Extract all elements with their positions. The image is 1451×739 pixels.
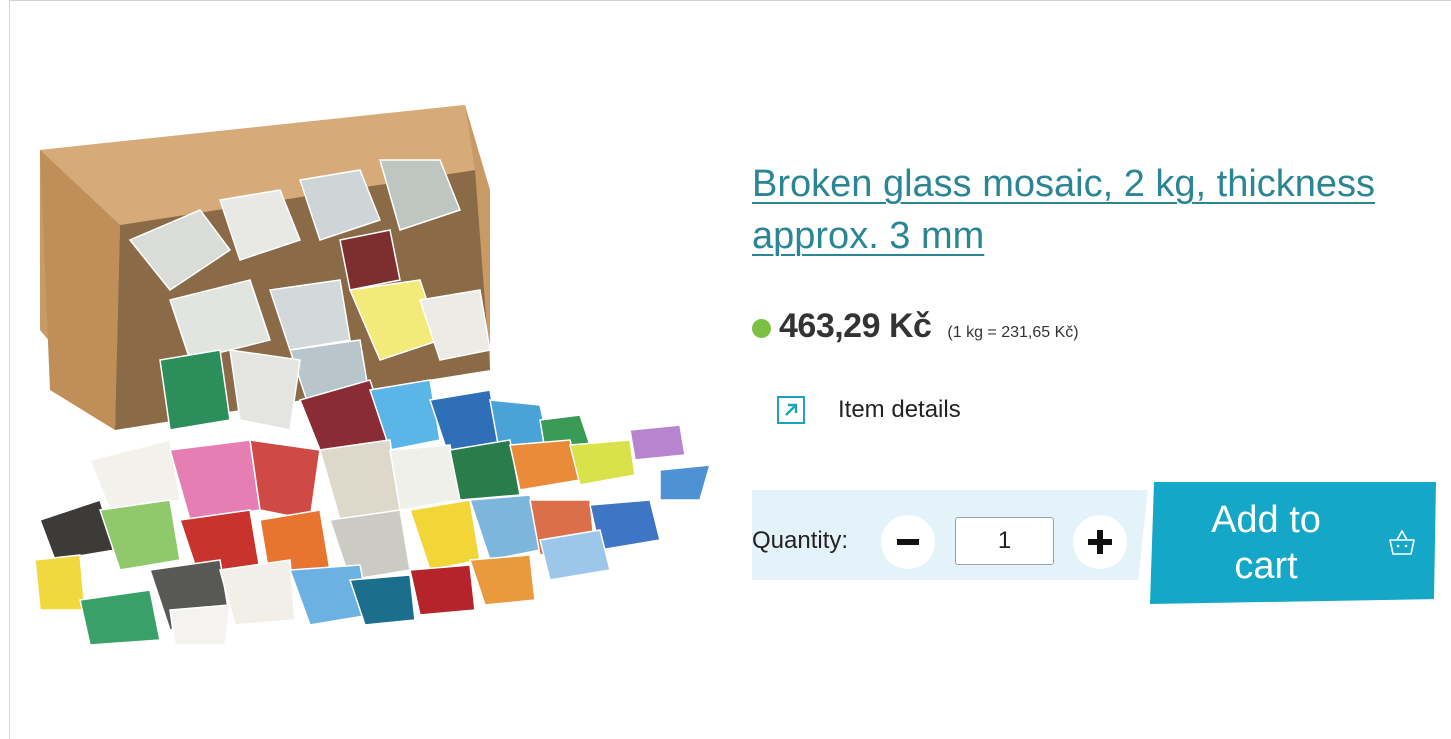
unit-price: (1 kg = 231,65 Kč) [947,324,1079,341]
add-to-cart-label: Add to cart [1211,499,1321,587]
external-link-arrow-icon [777,396,805,424]
basket-icon [1389,530,1415,555]
item-details-link[interactable]: Item details [777,396,961,424]
quantity-increase-button[interactable] [1073,515,1127,569]
quantity-label: Quantity: [752,527,849,554]
product-price: 463,29 Kč [779,307,932,345]
product-image[interactable] [20,100,720,660]
plus-icon [1088,530,1112,554]
minus-icon [897,539,919,545]
product-title-link[interactable]: Broken glass mosaic, 2 kg, thickness app… [752,158,1392,262]
quantity-decrease-button[interactable] [881,515,935,569]
quantity-input[interactable] [955,517,1054,565]
add-to-cart-button[interactable]: Add to cart [1150,482,1436,604]
price-row: 463,29 Kč (1 kg = 231,65 Kč) [752,307,1079,346]
stock-status-dot [752,319,771,338]
item-details-label: Item details [838,396,961,423]
